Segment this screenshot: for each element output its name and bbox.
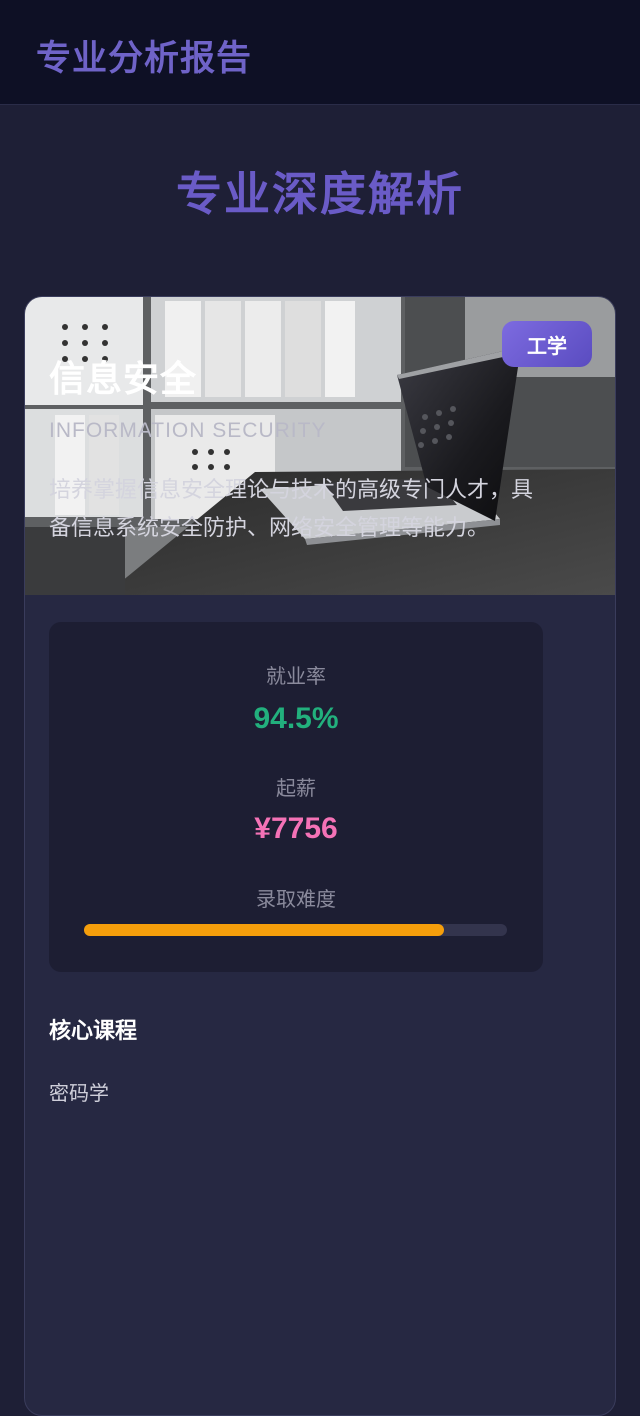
difficulty-label: 录取难度 <box>256 887 336 911</box>
employment-rate-value: 94.5% <box>253 702 339 735</box>
category-tag: 工学 <box>502 321 592 367</box>
core-courses-heading: 核心课程 <box>49 1019 138 1044</box>
top-bar: 专业分析报告 <box>0 0 640 105</box>
major-name: 信息安全 <box>49 359 198 400</box>
course-item: 密码学 <box>49 1081 109 1105</box>
difficulty-bar-fill <box>84 924 444 936</box>
major-description: 培养掌握信息安全理论与技术的高级专门人才，具备信息系统安全防护、网络安全管理等能… <box>49 478 534 541</box>
starting-salary-label: 起薪 <box>276 776 316 800</box>
starting-salary-value: ¥7756 <box>254 812 338 845</box>
app-title: 专业分析报告 <box>36 39 253 79</box>
stats-panel: 就业率 94.5% 起薪 ¥7756 录取难度 <box>49 622 543 972</box>
employment-rate-label: 就业率 <box>266 664 326 688</box>
major-english-name: INFORMATION SECURITY <box>49 419 327 442</box>
page-heading: 专业深度解析 <box>176 167 464 221</box>
difficulty-bar <box>84 924 507 936</box>
major-hero-image: 工学 <box>25 297 615 595</box>
